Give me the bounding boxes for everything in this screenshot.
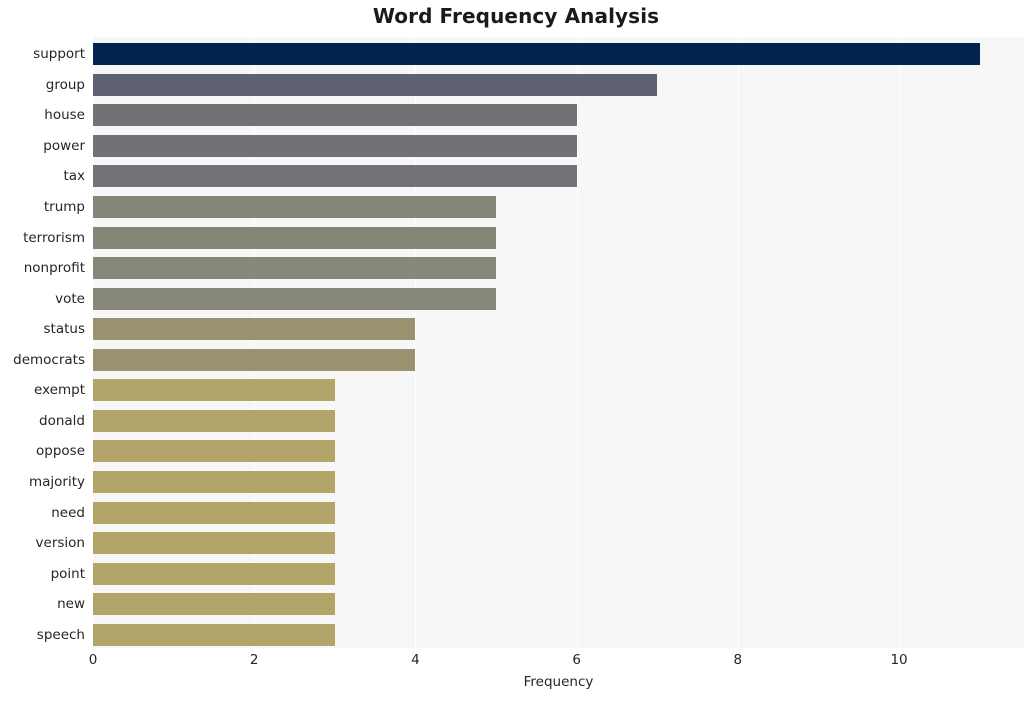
x-tick-label: 6 [572,652,581,668]
bar[interactable] [93,73,658,96]
bar[interactable] [93,318,416,341]
x-axis-tick-labels: 0 2 4 6 8 10 [89,648,1024,672]
bar[interactable] [93,593,335,616]
y-tick-label: house [44,107,85,124]
y-tick-label: speech [36,626,85,643]
bar[interactable] [93,43,980,66]
x-axis-title: Frequency [523,674,594,690]
bar[interactable] [93,196,497,219]
bar[interactable] [93,562,335,585]
plot-area [93,37,1024,648]
y-tick-label: terrorism [23,229,85,246]
y-tick-label: status [43,321,85,338]
bar[interactable] [93,470,335,493]
y-tick-label: vote [55,290,85,307]
y-tick-label: tax [63,168,85,185]
x-tick-label: 8 [733,652,743,668]
chart-title: Word Frequency Analysis [372,4,660,28]
y-tick-label: power [43,137,85,154]
y-tick-label: new [57,596,85,613]
y-tick-label: democrats [13,351,85,368]
bar[interactable] [93,257,497,280]
bar[interactable] [93,348,416,371]
x-tick-label: 4 [411,652,420,668]
x-tick-label: 10 [890,652,908,668]
bar[interactable] [93,532,335,555]
y-tick-label: need [51,504,85,521]
y-tick-label: group [45,76,85,93]
bars-group [93,37,1024,648]
bar[interactable] [93,104,577,127]
chart-figure: Word Frequency Analysis support group hous… [0,0,1032,701]
y-axis-tick-labels: support group house power tax trump terrorism n… [0,37,85,648]
y-tick-label: majority [28,473,85,490]
bar[interactable] [93,379,335,402]
y-tick-label: oppose [36,443,85,460]
x-tick-label: 2 [249,652,259,668]
bar[interactable] [93,134,577,157]
y-tick-label: exempt [34,382,85,399]
bar[interactable] [93,501,335,524]
bar[interactable] [93,623,335,646]
y-tick-label: nonprofit [23,260,85,277]
y-tick-label: point [50,565,85,582]
y-tick-label: donald [39,412,85,429]
bar[interactable] [93,287,497,310]
y-tick-label: trump [43,199,85,216]
y-tick-label: support [33,46,85,63]
bar[interactable] [93,226,497,249]
y-tick-label: version [35,535,85,552]
bar[interactable] [93,409,335,432]
bar[interactable] [93,165,577,188]
bar[interactable] [93,440,335,463]
x-tick-label: 0 [88,652,98,668]
